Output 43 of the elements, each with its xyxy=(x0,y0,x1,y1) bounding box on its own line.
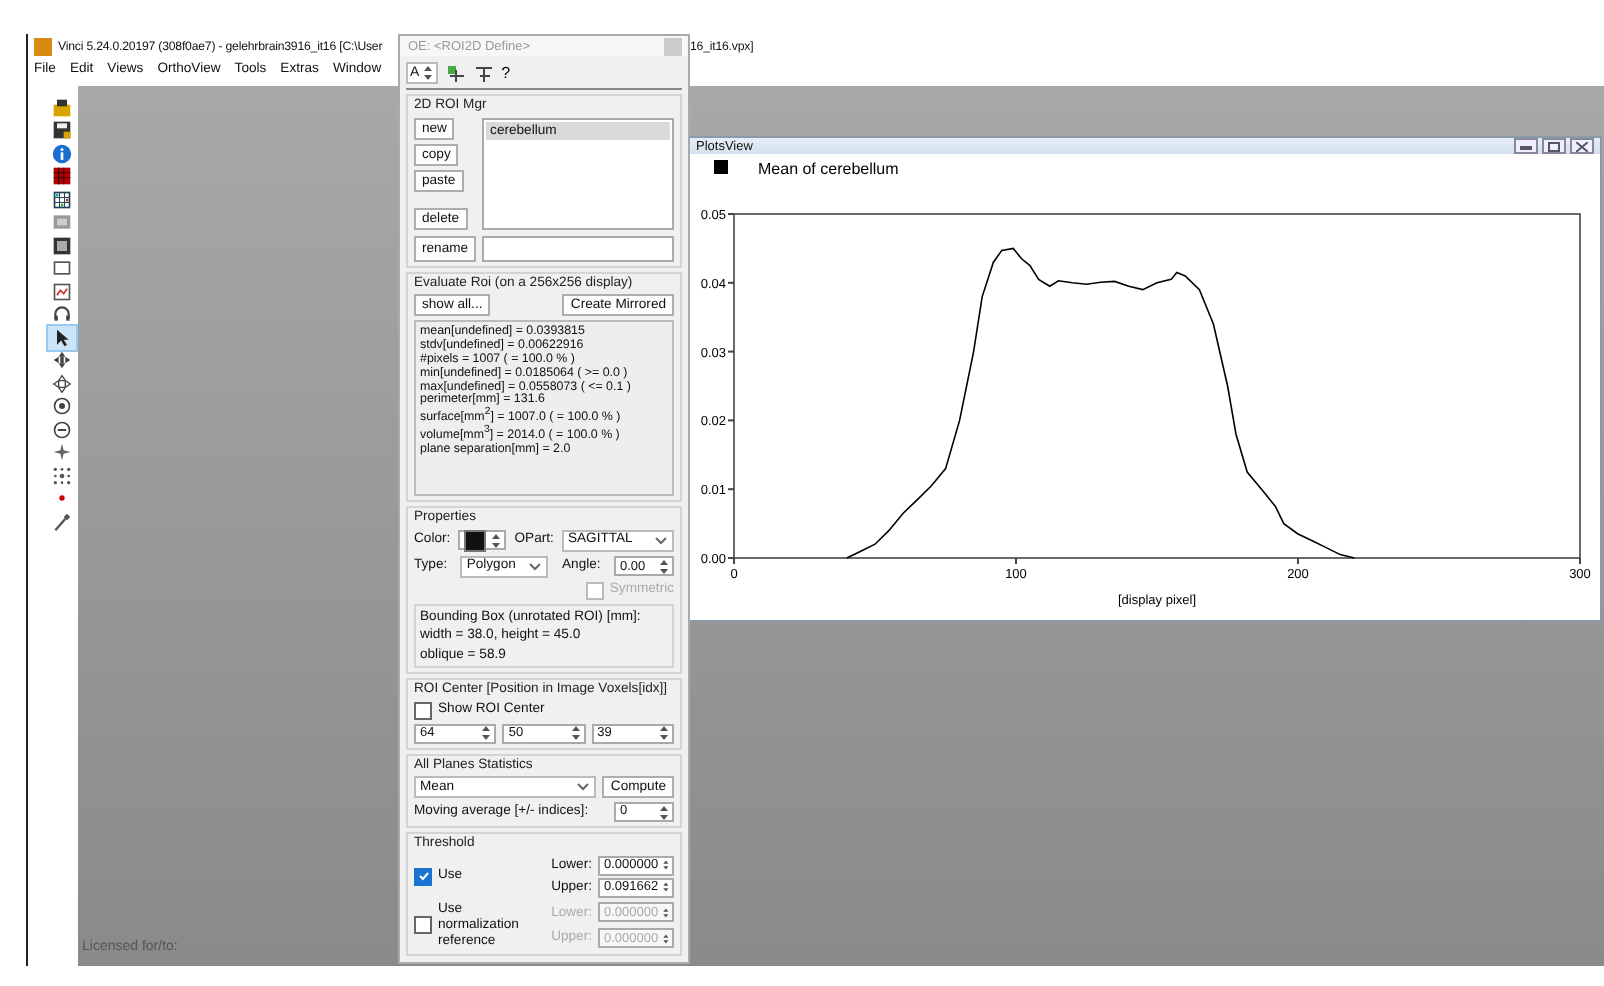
zoom-in-icon[interactable] xyxy=(48,395,76,418)
spin-arrows-icon[interactable] xyxy=(662,878,670,897)
roi-tool-icon[interactable] xyxy=(473,63,494,84)
spin-arrows-icon[interactable] xyxy=(569,724,582,743)
close-icon xyxy=(1576,141,1588,151)
legend-label: Mean of cerebellum xyxy=(758,160,899,178)
info-icon[interactable] xyxy=(48,142,76,165)
checkbox[interactable] xyxy=(414,867,432,886)
color-picker[interactable] xyxy=(458,530,507,551)
frame-icon[interactable] xyxy=(48,257,76,280)
close-button[interactable] xyxy=(1570,138,1594,154)
headphones-icon[interactable] xyxy=(48,303,76,326)
spin-arrows-icon[interactable] xyxy=(421,64,434,83)
spin-arrows-icon[interactable] xyxy=(657,724,670,743)
add-roi-icon[interactable] xyxy=(445,63,466,84)
spin-arrows-icon[interactable] xyxy=(480,724,493,743)
dots-icon[interactable] xyxy=(48,464,76,487)
grid-icon[interactable] xyxy=(48,165,76,188)
minimize-button[interactable] xyxy=(1514,138,1538,154)
maximize-icon xyxy=(1548,141,1560,151)
spin-arrows-icon[interactable] xyxy=(662,856,670,875)
spin-arrows-icon[interactable] xyxy=(657,557,670,576)
pan-icon[interactable] xyxy=(48,372,76,395)
pipette-icon[interactable] xyxy=(48,510,76,533)
spin-arrows-icon[interactable] xyxy=(490,531,503,550)
minimize-icon xyxy=(1520,143,1532,149)
tiles-icon[interactable] xyxy=(48,188,76,211)
chevron-icon[interactable] xyxy=(653,535,668,546)
image-icon[interactable] xyxy=(48,280,76,303)
maximize-button[interactable] xyxy=(1542,138,1566,154)
checkbox[interactable] xyxy=(414,916,432,935)
chevron-icon[interactable] xyxy=(576,782,591,793)
zoom-out-icon[interactable] xyxy=(48,418,76,441)
spin-arrows-icon[interactable] xyxy=(658,803,670,822)
chevron-icon[interactable] xyxy=(528,561,543,572)
checkbox[interactable] xyxy=(414,701,432,720)
pointer-icon[interactable] xyxy=(48,326,76,349)
help-button[interactable]: ? xyxy=(501,64,511,83)
name-field[interactable] xyxy=(482,235,674,262)
disk-icon[interactable] xyxy=(48,119,76,142)
move-icon[interactable] xyxy=(48,349,76,372)
app-icon xyxy=(34,37,52,55)
folder-icon[interactable] xyxy=(48,96,76,119)
